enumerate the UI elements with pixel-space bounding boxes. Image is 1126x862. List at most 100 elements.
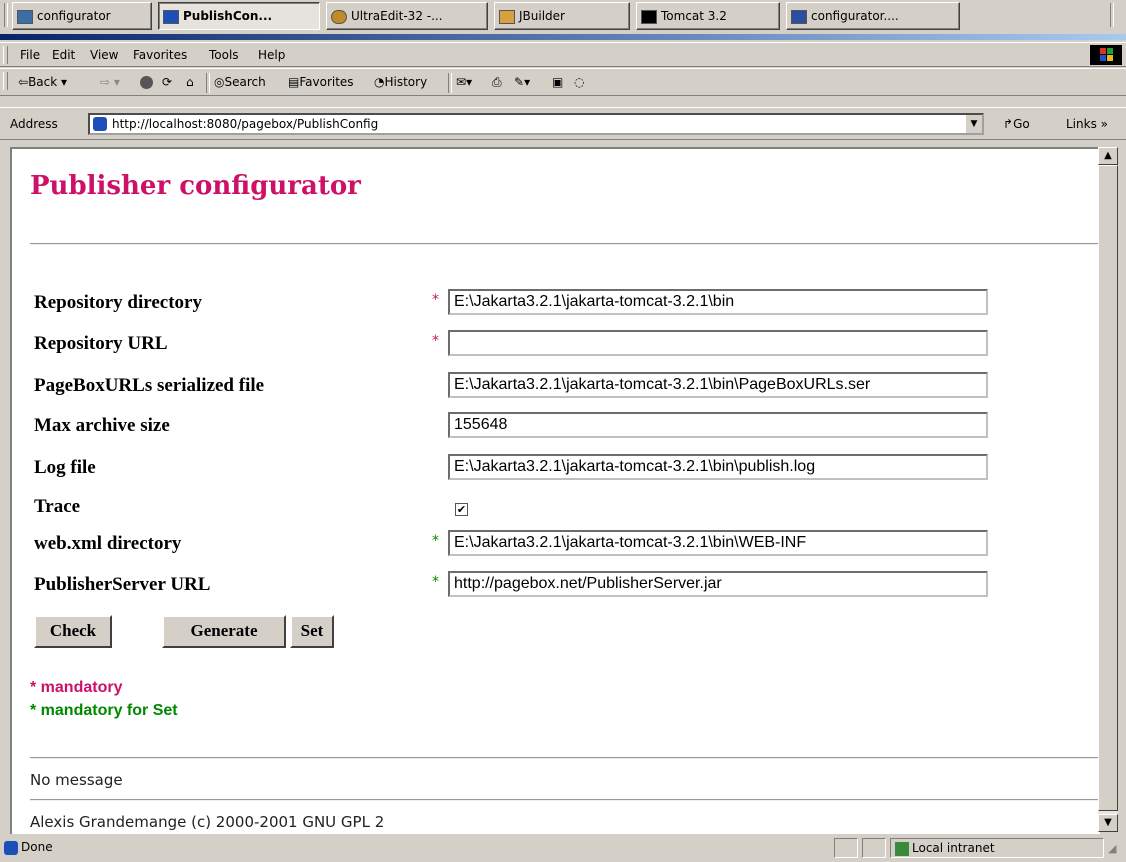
history-button[interactable]: ◔History [374,75,427,89]
publisherserver-url-input[interactable]: http://pagebox.net/PublisherServer.jar [448,571,988,597]
taskbar-item-jbuilder[interactable]: JBuilder [494,2,630,30]
messenger-button[interactable]: ◌ [574,75,584,89]
ultraedit-icon [331,9,347,24]
status-pane-blank [834,838,858,858]
home-button[interactable]: ⌂ [186,75,194,89]
address-dropdown-button[interactable]: ▼ [965,115,982,133]
back-button[interactable]: ⇦Back ▾ [18,75,67,89]
check-button[interactable]: Check [34,615,112,648]
repository-directory-label: Repository directory [34,292,202,313]
set-required-marker: * [432,574,439,590]
back-arrow-icon: ⇦ [18,75,29,89]
status-bar: Done Local intranet ◢ [0,836,1126,862]
address-input[interactable]: http://localhost:8080/pagebox/PublishCon… [88,113,984,135]
discuss-button[interactable]: ▣ [552,75,563,89]
taskbar-item-ultraedit[interactable]: UltraEdit-32 -... [326,2,488,30]
mandatory-legend: * mandatory [30,679,123,696]
status-message: No message [30,771,123,789]
console-icon [641,9,657,24]
menu-file[interactable]: File [20,48,40,62]
page-title: Publisher configurator [30,171,361,201]
discuss-icon: ▣ [552,75,564,89]
intranet-zone-icon [895,841,909,856]
taskbar-separator [4,3,8,27]
taskbar-item-publishconfig[interactable]: PublishCon... [158,2,320,30]
publisherserver-url-label: PublisherServer URL [34,574,211,595]
mail-button[interactable]: ✉▾ [456,75,472,89]
status-pane-blank [862,838,886,858]
toolbar-grip[interactable] [3,72,8,90]
resize-grip-icon[interactable]: ◢ [1108,842,1116,855]
refresh-button[interactable]: ⟳ [162,75,172,89]
address-label: Address [10,117,58,131]
go-button[interactable]: ↱Go [1003,117,1030,131]
status-text-pane: Done [0,838,830,858]
print-button[interactable]: ⎙ [492,75,502,90]
messenger-icon: ◌ [574,75,585,89]
scroll-down-button[interactable]: ▼ [1098,814,1118,832]
menu-bar-grip[interactable] [3,46,8,64]
search-button[interactable]: ◎Search [214,75,266,89]
menu-view[interactable]: View [90,48,118,62]
divider [30,799,1098,801]
scrollbar-thumb[interactable] [1098,165,1118,811]
required-marker: * [432,292,439,308]
set-button[interactable]: Set [290,615,334,648]
generate-button[interactable]: Generate [162,615,286,648]
address-bar: Address http://localhost:8080/pagebox/Pu… [0,107,1126,140]
windows-logo-icon [1090,45,1122,65]
menu-edit[interactable]: Edit [52,48,75,62]
repository-url-label: Repository URL [34,333,168,354]
word-document-icon [791,9,807,24]
forward-button[interactable]: ⇨ ▾ [100,75,120,89]
checkmark-icon: ✔ [456,503,467,516]
pageboxurls-file-input[interactable]: E:\Jakarta3.2.1\jakarta-tomcat-3.2.1\bin… [448,372,988,398]
jbuilder-icon [499,9,515,24]
log-file-label: Log file [34,457,96,478]
edit-button[interactable]: ✎▾ [514,75,530,89]
menu-tools[interactable]: Tools [209,48,239,62]
taskbar-item-configurator-doc[interactable]: configurator.... [786,2,960,30]
repository-directory-input[interactable]: E:\Jakarta3.2.1\jakarta-tomcat-3.2.1\bin [448,289,988,315]
web-xml-directory-label: web.xml directory [34,533,182,554]
web-xml-directory-input[interactable]: E:\Jakarta3.2.1\jakarta-tomcat-3.2.1\bin… [448,530,988,556]
favorites-icon: ▤ [288,75,300,89]
vertical-scrollbar[interactable]: ▲ ▼ [1098,147,1118,832]
mandatory-for-set-legend: * mandatory for Set [30,702,178,719]
standard-toolbar: ⇦Back ▾ ⇨ ▾ ⟳ ⌂ ◎Search ▤Favorites ◔Hist… [0,68,1126,96]
repository-url-input[interactable] [448,330,988,356]
menu-help[interactable]: Help [258,48,285,62]
menu-bar: File Edit View Favorites Tools Help [0,42,1126,67]
window-title-strip [0,34,1126,40]
menu-favorites[interactable]: Favorites [133,48,187,62]
toolbar-separator [448,73,452,93]
folder-search-icon [17,9,33,24]
page-viewport: Publisher configurator Repository direct… [10,147,1100,834]
taskbar-item-tomcat[interactable]: Tomcat 3.2 [636,2,780,30]
stop-button[interactable] [140,75,156,89]
address-url[interactable]: http://localhost:8080/pagebox/PublishCon… [112,117,378,131]
divider [30,243,1098,245]
history-icon: ◔ [374,75,385,89]
edit-icon: ✎ [514,75,525,89]
ie-page-icon [163,9,179,24]
favorites-button[interactable]: ▤Favorites [288,75,354,89]
taskbar-item-configurator[interactable]: configurator [12,2,152,30]
set-required-marker: * [432,533,439,549]
taskbar: configurator PublishCon... UltraEdit-32 … [0,0,1126,34]
mail-icon: ✉ [456,75,467,89]
log-file-input[interactable]: E:\Jakarta3.2.1\jakarta-tomcat-3.2.1\bin… [448,454,988,480]
go-arrow-icon: ↱ [1003,117,1014,131]
required-marker: * [432,333,439,349]
trace-label: Trace [34,496,81,517]
refresh-icon: ⟳ [162,75,173,89]
pageboxurls-file-label: PageBoxURLs serialized file [34,375,265,396]
zone-pane: Local intranet [890,838,1104,858]
links-button[interactable]: Links » [1066,117,1108,131]
ie-page-icon [93,117,107,131]
max-archive-size-input[interactable]: 155648 [448,412,988,438]
trace-checkbox[interactable]: ✔ [455,503,468,516]
scroll-up-button[interactable]: ▲ [1098,147,1118,165]
divider [30,757,1098,759]
stop-icon [140,76,153,89]
